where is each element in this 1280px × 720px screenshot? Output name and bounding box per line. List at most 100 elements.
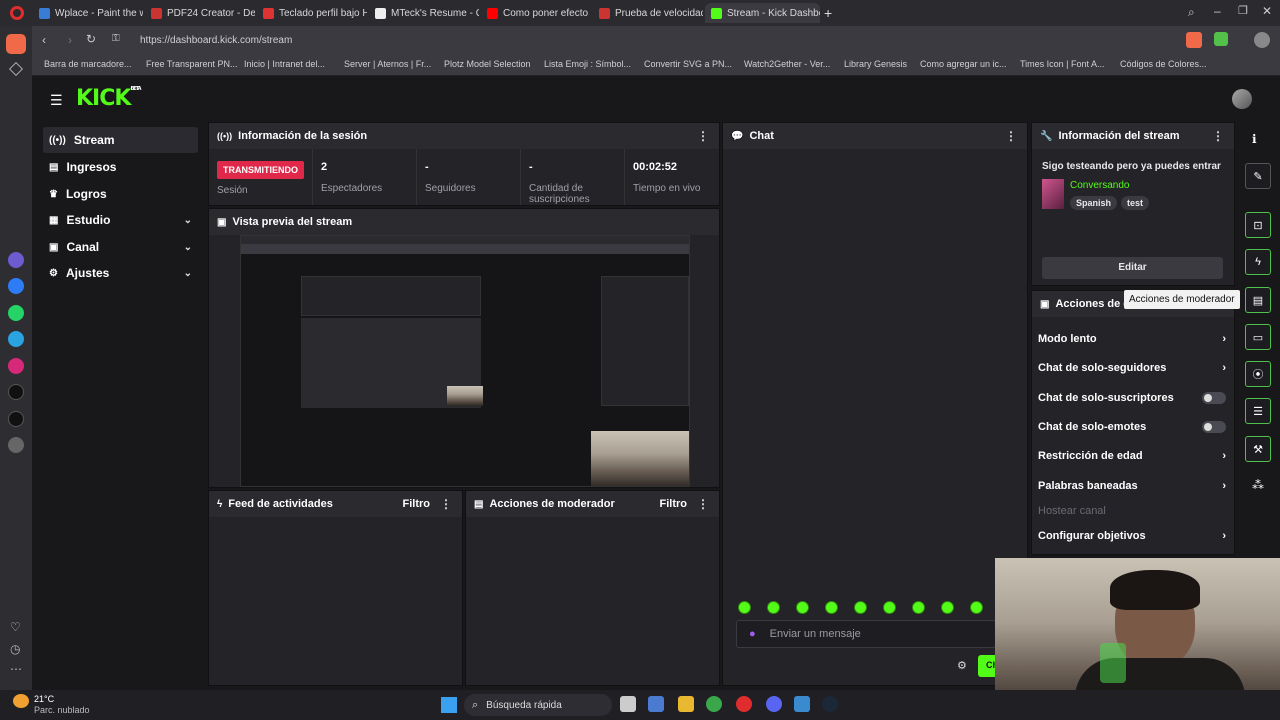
more-options-icon[interactable]: ⋮ — [697, 129, 709, 143]
action-age-restriction[interactable]: Restricción de edad › — [1038, 450, 1226, 462]
bookmark-item[interactable]: Watch2Gether - Ver... — [744, 59, 830, 69]
browser-tab[interactable]: Prueba de velocidad de In — [593, 3, 703, 23]
nav-item-estudio[interactable]: ▦ Estudio ⌄ — [43, 207, 198, 233]
info-icon[interactable]: ℹ — [1252, 132, 1257, 146]
layout-icon[interactable]: ⁂ — [1252, 478, 1264, 492]
browser-tab[interactable]: Como poner efecto CROM — [481, 3, 591, 23]
chat-settings-icon[interactable]: ⚙ — [957, 659, 967, 672]
more-options-icon[interactable]: ⋮ — [440, 497, 452, 511]
site-info-icon[interactable]: ⚿ — [112, 33, 120, 44]
task-view-icon[interactable] — [620, 696, 636, 712]
wrench-icon[interactable]: ⚒ — [1245, 436, 1271, 462]
opera-logo-icon[interactable] — [10, 6, 24, 20]
minimize-icon[interactable]: – — [1214, 4, 1221, 18]
category-name[interactable]: Conversando — [1070, 180, 1129, 191]
tag[interactable]: test — [1121, 196, 1150, 210]
opera-icon[interactable] — [736, 696, 752, 712]
more-options-icon[interactable]: ⋮ — [697, 497, 709, 511]
browser-tab[interactable]: MTeck's Resume - Online — [369, 3, 479, 23]
emote-icon[interactable] — [941, 601, 954, 614]
app-icon[interactable] — [794, 696, 810, 712]
bookmark-item[interactable]: Inicio | Intranet del... — [244, 59, 325, 69]
browser-tab[interactable]: PDF24 Creator - Descarga — [145, 3, 255, 23]
more-icon[interactable]: ⋯ — [10, 662, 22, 676]
microphone-icon[interactable]: ● — [749, 628, 756, 640]
chrome-icon[interactable] — [706, 696, 722, 712]
nav-item-logros[interactable]: ♛ Logros — [43, 181, 198, 207]
instagram-icon[interactable] — [8, 358, 24, 374]
messenger-icon[interactable] — [8, 278, 24, 294]
profile-avatar[interactable] — [1254, 32, 1270, 48]
edit-button[interactable]: Editar — [1042, 257, 1223, 279]
app-icon[interactable] — [8, 252, 24, 268]
chat-send-button[interactable]: Ch — [978, 655, 996, 677]
bookmark-item[interactable]: Como agregar un ic... — [920, 59, 1007, 69]
emote-icon[interactable] — [854, 601, 867, 614]
bookmark-item[interactable]: Times Icon | Font A... — [1020, 59, 1105, 69]
x-icon[interactable] — [8, 411, 24, 427]
emote-icon[interactable] — [796, 601, 809, 614]
edit-icon[interactable]: ✎ — [1245, 163, 1271, 189]
emote-icon[interactable] — [883, 601, 896, 614]
whatsapp-icon[interactable] — [8, 305, 24, 321]
more-options-icon[interactable]: ⋮ — [1212, 129, 1224, 143]
telegram-icon[interactable] — [8, 331, 24, 347]
user-avatar[interactable] — [1232, 89, 1252, 109]
chat-bubble-icon[interactable]: ▭ — [1245, 324, 1271, 350]
copilot-icon[interactable] — [648, 696, 664, 712]
nav-item-canal[interactable]: ▣ Canal ⌄ — [43, 234, 198, 260]
bookmark-item[interactable]: Barra de marcadore... — [44, 59, 132, 69]
history-icon[interactable]: ◷ — [10, 642, 20, 656]
browser-tab-active[interactable]: Stream - Kick Dashbo — [705, 3, 820, 23]
nav-item-ajustes[interactable]: ⚙ Ajustes ⌄ — [43, 260, 198, 286]
document-icon[interactable]: ▤ — [1245, 287, 1271, 313]
toggle-switch[interactable] — [1202, 421, 1226, 433]
home-icon[interactable] — [6, 34, 26, 54]
back-icon[interactable]: ‹ — [42, 33, 46, 47]
action-slow-mode[interactable]: Modo lento › — [1038, 333, 1226, 345]
steam-icon[interactable] — [822, 696, 838, 712]
radio-waves-icon[interactable]: ⦿ — [1245, 361, 1271, 387]
nav-item-ingresos[interactable]: ▤ Ingresos — [43, 154, 198, 180]
reload-icon[interactable]: ↻ — [86, 32, 96, 46]
chat-input[interactable]: ● Enviar un mensaje — [736, 620, 996, 648]
new-tab-icon[interactable]: + — [824, 5, 832, 21]
forward-icon[interactable]: › — [68, 33, 72, 47]
nav-item-stream[interactable]: ((•)) Stream — [43, 127, 198, 153]
shield-icon[interactable] — [1214, 32, 1228, 46]
weather-icon[interactable] — [13, 694, 29, 708]
emote-icon[interactable] — [738, 601, 751, 614]
bookmark-item[interactable]: Convertir SVG a PN... — [644, 59, 732, 69]
close-window-icon[interactable]: ✕ — [1262, 4, 1272, 18]
discord-icon[interactable] — [766, 696, 782, 712]
browser-tab[interactable]: Teclado perfil bajo Horus — [257, 3, 367, 23]
tiktok-icon[interactable] — [8, 384, 24, 400]
layers-icon[interactable]: ☰ — [1245, 398, 1271, 424]
menu-icon[interactable]: ☰ — [50, 92, 63, 109]
filter-button[interactable]: Filtro — [660, 498, 688, 510]
music-icon[interactable] — [8, 437, 24, 453]
bookmark-item[interactable]: Lista Emoji : Símbol... — [544, 59, 631, 69]
action-banned-words[interactable]: Palabras baneadas › — [1038, 480, 1226, 492]
toggle-switch[interactable] — [1202, 392, 1226, 404]
action-goals[interactable]: Configurar objetivos › — [1038, 530, 1226, 542]
maximize-icon[interactable]: ❐ — [1238, 4, 1248, 17]
browser-tab[interactable]: Wplace - Paint the world — [33, 3, 143, 23]
stream-preview-video[interactable] — [240, 235, 690, 487]
bookmark-item[interactable]: Server | Aternos | Fr... — [344, 59, 431, 69]
kick-logo[interactable]: KICKBETA — [76, 86, 142, 111]
bookmark-item[interactable]: Códigos de Colores... — [1120, 59, 1207, 69]
lightning-icon[interactable]: ϟ — [1245, 249, 1271, 275]
emote-icon[interactable] — [912, 601, 925, 614]
pin-icon[interactable] — [8, 61, 24, 77]
filter-button[interactable]: Filtro — [403, 498, 431, 510]
screen-icon[interactable]: ⊡ — [1245, 212, 1271, 238]
search-tabs-icon[interactable]: ⌕ — [1188, 5, 1195, 20]
url-field[interactable]: https://dashboard.kick.com/stream — [140, 35, 292, 46]
bookmark-item[interactable]: Library Genesis — [844, 59, 907, 69]
tag[interactable]: Spanish — [1070, 196, 1118, 210]
action-subscribers-only[interactable]: Chat de solo-suscriptores — [1038, 392, 1226, 404]
action-emotes-only[interactable]: Chat de solo-emotes — [1038, 421, 1226, 433]
more-options-icon[interactable]: ⋮ — [1005, 129, 1017, 143]
taskbar-search[interactable]: ⌕ Búsqueda rápida — [464, 694, 612, 716]
